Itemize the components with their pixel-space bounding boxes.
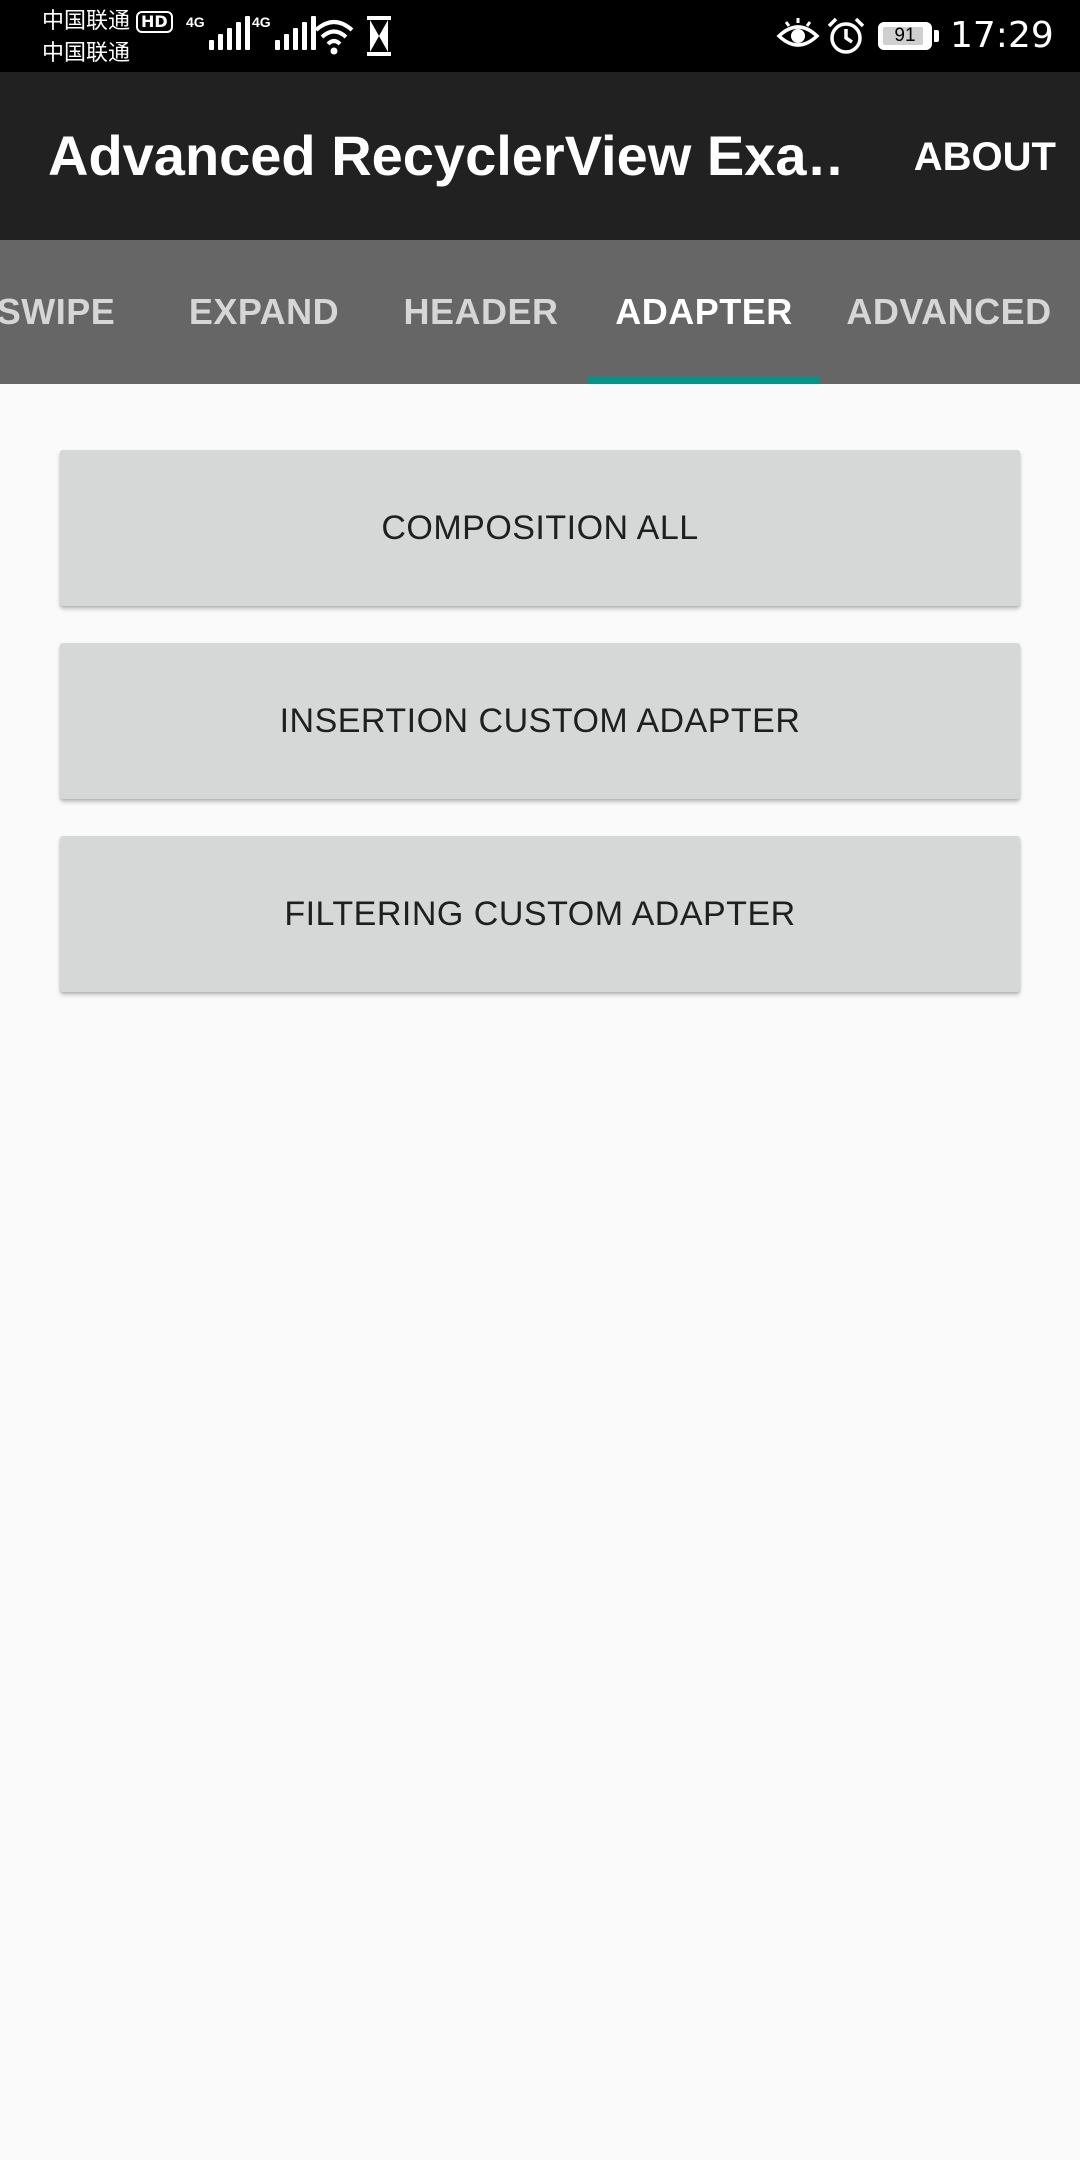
clock: 17:29: [950, 15, 1054, 56]
tab-header[interactable]: HEADER: [370, 240, 592, 384]
tab-expand[interactable]: EXPAND: [158, 240, 370, 384]
insertion-custom-adapter-button[interactable]: INSERTION CUSTOM ADAPTER: [60, 643, 1020, 799]
hourglass-icon: [367, 16, 391, 56]
alarm-icon: [827, 17, 865, 54]
carrier-2-label: 中国联通: [42, 41, 131, 66]
battery-icon: 91: [878, 22, 932, 50]
composition-all-button[interactable]: COMPOSITION ALL: [60, 450, 1020, 606]
battery-tip: [934, 30, 939, 42]
hd-badge: HD: [136, 11, 173, 33]
tab-indicator: [588, 377, 820, 384]
tab-advanced[interactable]: ADVANCED: [836, 240, 1062, 384]
eye-icon: [776, 18, 820, 47]
filtering-custom-adapter-button[interactable]: FILTERING CUSTOM ADAPTER: [60, 836, 1020, 992]
status-bar: 中国联通 HD 中国联通 4G 4G 91 17:29: [0, 0, 1080, 72]
app-bar: Advanced RecyclerView Exa… ABOUT: [0, 72, 1080, 240]
tab-bar: SWIPE EXPAND HEADER ADAPTER ADVANCED: [0, 240, 1080, 384]
signal-icon: 4G: [186, 14, 250, 50]
content-area: COMPOSITION ALL INSERTION CUSTOM ADAPTER…: [0, 384, 1080, 2160]
network-type-2: 4G: [252, 14, 271, 30]
wifi-icon: [314, 20, 354, 55]
carrier-info: 中国联通 HD 中国联通: [42, 6, 173, 70]
tab-adapter[interactable]: ADAPTER: [588, 240, 820, 384]
network-type-1: 4G: [186, 14, 205, 30]
battery-level: 91: [894, 25, 916, 46]
app-title: Advanced RecyclerView Exa…: [48, 124, 848, 187]
tab-swipe[interactable]: SWIPE: [0, 240, 126, 384]
signal-icon: 4G: [252, 14, 316, 50]
carrier-1-label: 中国联通: [42, 9, 131, 34]
about-button[interactable]: ABOUT: [914, 132, 1056, 182]
